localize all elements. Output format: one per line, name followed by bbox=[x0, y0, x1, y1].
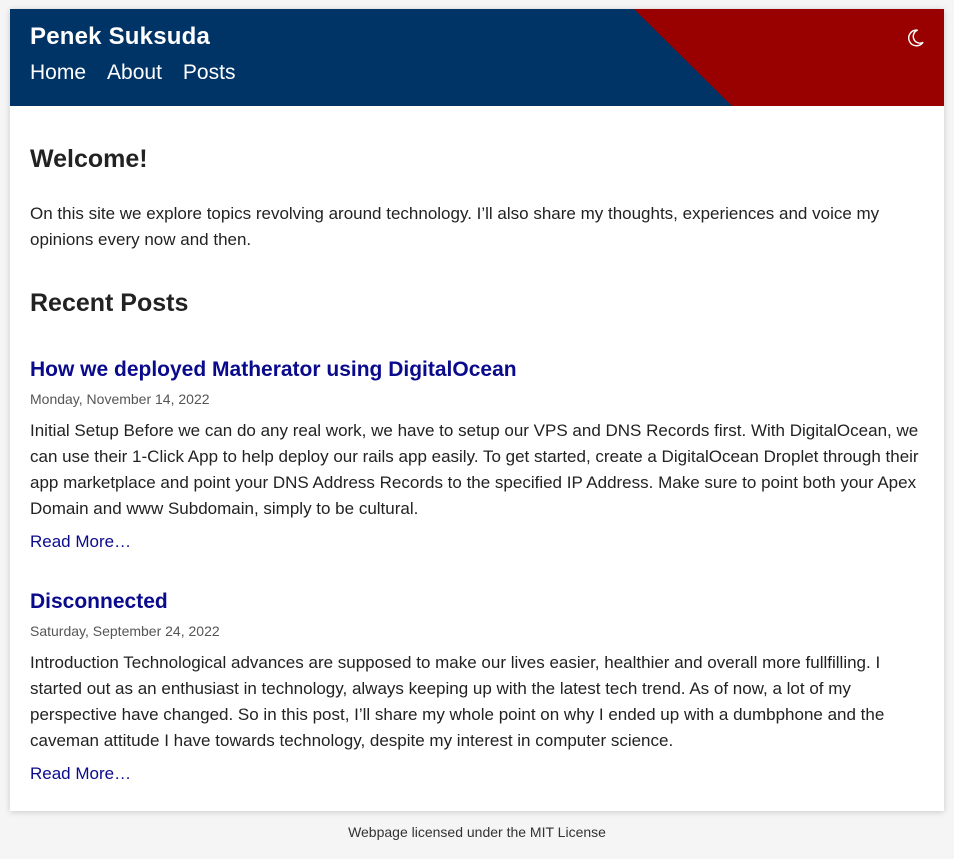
post-item: How we deployed Matherator using Digital… bbox=[30, 357, 926, 553]
nav-link-home[interactable]: Home bbox=[30, 61, 86, 85]
recent-posts-heading: Recent Posts bbox=[30, 289, 189, 317]
site-header: Penek Suksuda Home About Posts bbox=[10, 9, 944, 106]
post-date: Monday, November 14, 2022 bbox=[30, 391, 210, 407]
theme-toggle-button[interactable] bbox=[904, 27, 926, 49]
footer-license: Webpage licensed under the MIT License bbox=[348, 824, 606, 840]
post-excerpt: Initial Setup Before we can do any real … bbox=[30, 421, 919, 518]
post-date: Saturday, September 24, 2022 bbox=[30, 623, 220, 639]
read-more-link[interactable]: Read More… bbox=[30, 763, 131, 785]
welcome-heading: Welcome! bbox=[30, 145, 148, 173]
nav-link-about[interactable]: About bbox=[107, 61, 162, 85]
intro-paragraph: On this site we explore topics revolving… bbox=[30, 204, 880, 249]
post-item: Disconnected Saturday, September 24, 202… bbox=[30, 589, 926, 785]
read-more-link[interactable]: Read More… bbox=[30, 531, 131, 553]
page-card: Penek Suksuda Home About Posts Welcome! … bbox=[10, 9, 944, 811]
main-nav: Home About Posts bbox=[30, 61, 235, 85]
header-accent-stripe bbox=[634, 9, 944, 106]
nav-link-posts[interactable]: Posts bbox=[183, 61, 236, 85]
post-excerpt: Introduction Technological advances are … bbox=[30, 653, 885, 750]
post-title-link[interactable]: Disconnected bbox=[30, 589, 926, 615]
post-title-link[interactable]: How we deployed Matherator using Digital… bbox=[30, 357, 926, 383]
site-title-link[interactable]: Penek Suksuda bbox=[30, 23, 210, 51]
moon-icon bbox=[908, 29, 924, 47]
